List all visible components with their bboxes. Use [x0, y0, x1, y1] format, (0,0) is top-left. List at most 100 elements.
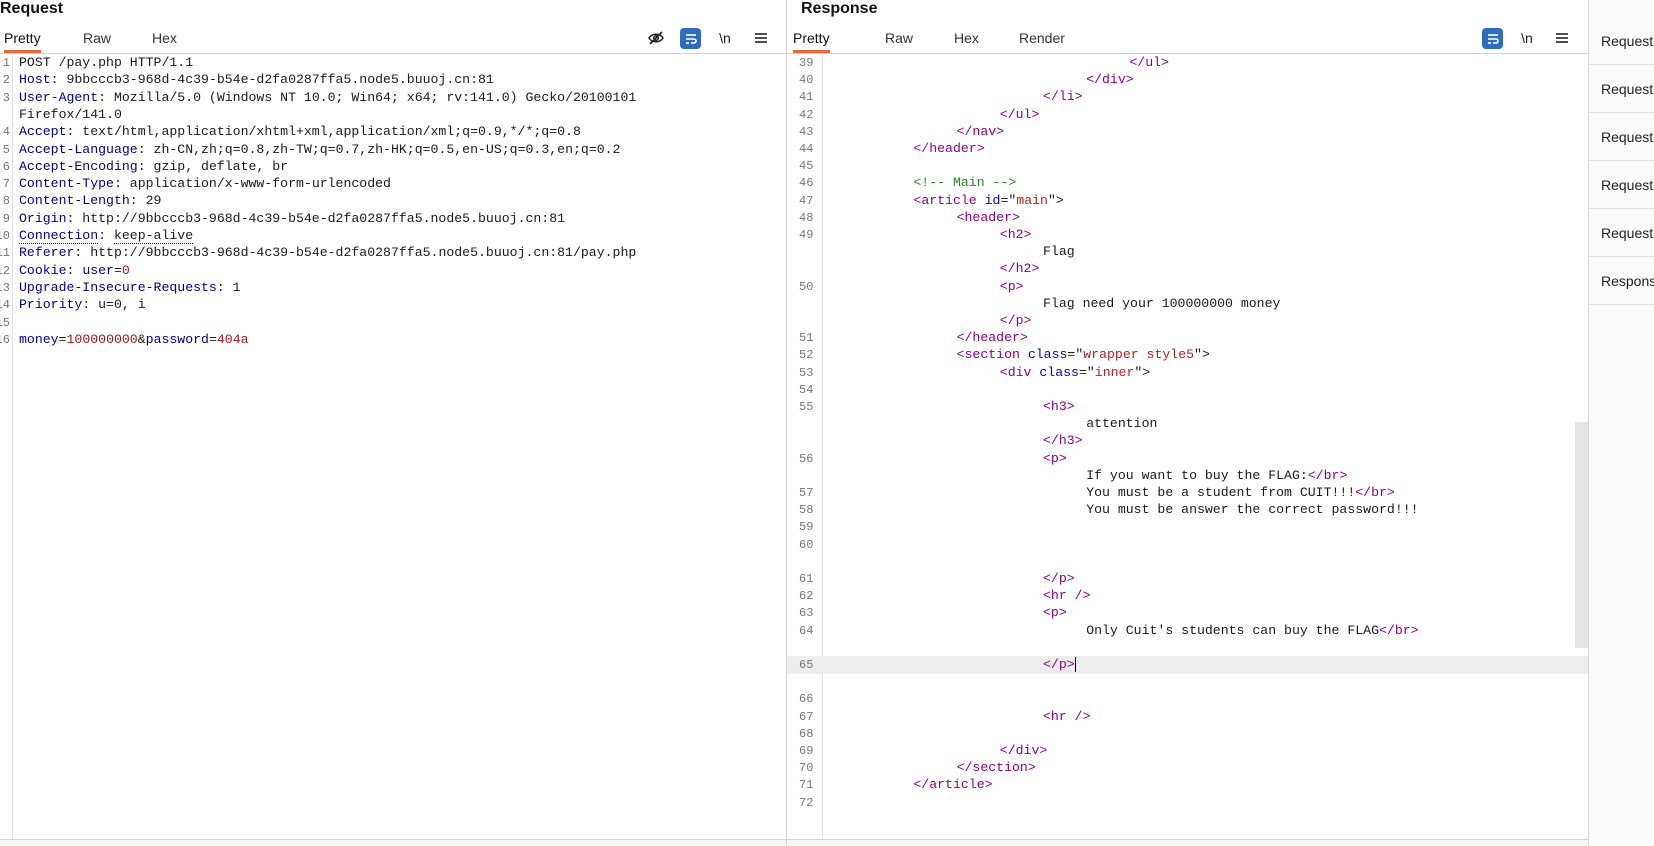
code-text: </nav>: [827, 123, 1005, 141]
code-text: Upgrade-Insecure-Requests: 1: [19, 279, 241, 297]
line-number: 66: [799, 692, 814, 707]
code-line: 44 </header>: [787, 140, 1588, 158]
code-token: keep-alive: [113, 228, 194, 244]
code-token: : text/html,application/xhtml+xml,applic…: [66, 124, 581, 140]
code-line: </h2>: [787, 260, 1588, 278]
code-token: >: [1031, 106, 1040, 122]
sidebar-item-request[interactable]: Request: [1589, 210, 1654, 257]
code-line: 15: [0, 314, 786, 332]
line-number: 53: [799, 365, 814, 380]
line-number: 60: [799, 537, 814, 552]
code-token: h3: [1058, 433, 1075, 449]
code-text: </div>: [827, 71, 1134, 89]
sidebar-item-request[interactable]: Request: [1589, 18, 1654, 65]
code-line: 69 </div>: [787, 742, 1588, 760]
code-token: &: [137, 331, 146, 347]
code-token: >: [1015, 278, 1024, 294]
code-token: POST /pay.php HTTP/1.1: [19, 55, 194, 70]
sidebar-item-request[interactable]: Request: [1589, 66, 1654, 113]
line-number: 71: [799, 778, 814, 793]
code-token: h2: [1015, 261, 1032, 277]
request-title: Request: [0, 0, 64, 17]
line-number: 58: [799, 503, 814, 518]
code-token: section: [972, 760, 1028, 776]
code-line: Flag: [787, 243, 1588, 261]
sidebar-item-response[interactable]: Respons: [1589, 258, 1654, 305]
code-token: </: [999, 261, 1016, 277]
tab-hex[interactable]: Hex: [954, 22, 979, 53]
code-token: p: [1015, 313, 1024, 328]
line-number: 57: [799, 486, 814, 500]
code-token: >: [1012, 209, 1020, 225]
code-token: : 1: [216, 279, 241, 295]
tab-pretty[interactable]: Pretty: [4, 22, 41, 53]
code-token: </: [956, 760, 973, 776]
code-line: 60: [787, 536, 1588, 554]
newline-icon[interactable]: \n: [714, 27, 736, 49]
code-line: 43 </nav>: [787, 123, 1588, 141]
code-line: 11 Referer: http://9bbcccb3-968d-4c39-b54…: [0, 244, 786, 262]
code-line: 16money=100000000&password=404a: [0, 331, 786, 349]
code-line: 4 Accept: text/html,application/xhtml+xml…: [0, 123, 786, 141]
code-line: 7 Content-Type: application/x-www-form-ur…: [0, 175, 786, 193]
line-number: 43: [799, 124, 814, 139]
code-token: </: [913, 141, 930, 156]
code-token: p: [1050, 450, 1059, 466]
code-line: 62 <hr />: [787, 587, 1588, 605]
code-token: :: [66, 262, 83, 278]
code-line: 57 You must be a student from CUIT!!!</br…: [787, 484, 1588, 502]
code-line: 54: [787, 381, 1588, 399]
code-text: </p>: [827, 570, 1075, 588]
code-line: 39 </ul>: [787, 54, 1588, 72]
line-number: 47: [799, 193, 814, 208]
code-text: You must be answer the correct password!…: [827, 501, 1418, 519]
code-token: : gzip, deflate, br: [137, 158, 289, 174]
line-number: 6: [2, 159, 10, 174]
sidebar-item-request[interactable]: Request: [1589, 114, 1654, 161]
line-number: 9: [2, 211, 10, 226]
sidebar-item-request[interactable]: Request: [1589, 162, 1654, 209]
code-token: >: [996, 123, 1005, 139]
code-text: Content-Length: 29: [19, 192, 161, 210]
code-token: br: [1371, 485, 1387, 500]
code-text: </article>: [827, 776, 993, 794]
tab-raw[interactable]: Raw: [885, 22, 913, 53]
code-token: =": [1000, 192, 1017, 208]
line-number: 11: [0, 246, 10, 261]
code-token: <: [1043, 588, 1051, 604]
code-line: 14 Priority: u=0, i: [0, 296, 786, 314]
code-token: : application/x-www-form-urlencoded: [113, 176, 391, 192]
wrap-icon[interactable]: [1482, 28, 1503, 49]
code-text: <article id="main">: [827, 192, 1063, 210]
line-number: 44: [799, 142, 814, 156]
code-token: >: [1074, 433, 1083, 449]
code-line: 61 </p>: [787, 570, 1588, 588]
menu-icon[interactable]: [1551, 27, 1573, 49]
request-editor[interactable]: 1 POST /pay.php HTTP/1.1 2 Host: 9bbcccb3-9…: [0, 54, 786, 840]
code-text: <hr />: [827, 708, 1091, 726]
code-line: 1 POST /pay.php HTTP/1.1: [0, 54, 786, 72]
response-editor[interactable]: 39 </ul> 40 </div> 41 </li> 42 </ul> 43 </nav> 44 <…: [787, 54, 1588, 840]
code-token: >: [984, 777, 993, 793]
tab-pretty[interactable]: Pretty: [793, 22, 830, 53]
code-token: </: [956, 330, 973, 346]
code-text: </header>: [827, 140, 984, 158]
line-number: 14: [0, 298, 10, 313]
code-token: article: [921, 192, 977, 208]
code-token: Only Cuit's students can buy the FLAG: [1086, 622, 1379, 638]
code-line: 65 </p>: [787, 656, 1588, 674]
response-tabs: Pretty Raw Hex Render \n: [787, 22, 1588, 54]
code-text: </ul>: [827, 106, 1040, 124]
wrap-icon[interactable]: [680, 28, 701, 49]
menu-icon[interactable]: [750, 27, 772, 49]
tab-render[interactable]: Render: [1019, 22, 1065, 53]
code-line: 48 <header>: [787, 209, 1588, 227]
tab-hex[interactable]: Hex: [152, 22, 177, 53]
code-token: p: [1007, 278, 1016, 294]
newline-icon[interactable]: \n: [1516, 27, 1538, 49]
eye-off-icon[interactable]: [645, 27, 667, 49]
code-text: Host: 9bbcccb3-968d-4c39-b54e-d2fa0287ff…: [19, 71, 494, 89]
tab-raw[interactable]: Raw: [83, 22, 111, 53]
code-token: section: [964, 347, 1020, 363]
